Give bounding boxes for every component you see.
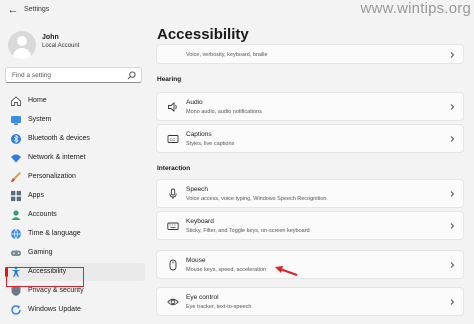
page-title: Accessibility <box>157 26 249 43</box>
chevron-right-icon <box>450 104 455 110</box>
narrator-card[interactable]: Voice, verbosity, keyboard, braille <box>156 44 464 64</box>
card-title: Audio <box>186 99 203 106</box>
eye-control-card[interactable]: Eye control Eye tracker, text-to-speech <box>156 287 464 316</box>
sidebar-item-gaming[interactable]: Gaming <box>5 244 145 262</box>
main-content: Accessibility Voice, verbosity, keyboard… <box>150 22 474 324</box>
keyboard-card[interactable]: Keyboard Sticky, Filter, and Toggle keys… <box>156 211 464 240</box>
card-title: Captions <box>186 131 212 138</box>
annotation-highlight-box <box>6 267 84 287</box>
captions-icon: CC <box>167 135 179 143</box>
sidebar-item-accounts[interactable]: Accounts <box>5 206 145 224</box>
home-icon <box>11 96 21 106</box>
audio-card[interactable]: Audio Mono audio, audio notifications <box>156 92 464 121</box>
mouse-icon <box>169 259 177 271</box>
system-icon <box>11 116 21 125</box>
search-placeholder: Find a setting <box>12 72 52 79</box>
keyboard-icon <box>167 222 179 230</box>
watermark: www.wintips.org <box>360 0 471 17</box>
globe-icon <box>11 228 21 240</box>
chevron-right-icon <box>450 191 455 197</box>
card-description: Eye tracker, text-to-speech <box>186 304 252 310</box>
card-description: Voice, verbosity, keyboard, braille <box>186 52 268 58</box>
app-title: Settings <box>24 6 50 13</box>
chevron-right-icon <box>450 52 455 58</box>
captions-card[interactable]: CC Captions Styles, live captions <box>156 124 464 153</box>
card-description: Sticky, Filter, and Toggle keys, on-scre… <box>186 228 310 234</box>
section-heading-interaction: Interaction <box>157 165 191 172</box>
sidebar-item-windows-update[interactable]: Windows Update <box>5 301 145 319</box>
svg-text:CC: CC <box>170 137 176 142</box>
search-icon[interactable] <box>127 71 136 80</box>
speaker-icon <box>168 102 177 112</box>
sidebar-item-personalization[interactable]: Personalization <box>5 168 145 186</box>
bluetooth-icon <box>11 134 21 144</box>
avatar[interactable] <box>8 31 36 59</box>
card-description: Styles, live captions <box>186 141 235 147</box>
mouse-card[interactable]: Mouse Mouse keys, speed, acceleration <box>156 250 464 279</box>
sidebar-item-label: System <box>28 116 52 123</box>
chevron-right-icon <box>450 262 455 268</box>
sidebar-item-label: Personalization <box>28 173 76 180</box>
eye-icon <box>167 298 179 306</box>
gamepad-icon <box>11 250 21 256</box>
back-arrow-icon[interactable]: ← <box>6 3 20 17</box>
chevron-right-icon <box>450 223 455 229</box>
sidebar-item-network[interactable]: Network & internet <box>5 149 145 167</box>
wifi-icon <box>11 154 21 163</box>
annotation-arrow-icon <box>275 266 298 277</box>
sidebar-item-apps[interactable]: Apps <box>5 187 145 205</box>
sidebar-item-system[interactable]: System <box>5 111 145 129</box>
card-title: Speech <box>186 186 209 193</box>
sidebar-item-label: Time & language <box>28 230 81 237</box>
card-title: Mouse <box>186 257 206 264</box>
user-name: John <box>42 34 59 41</box>
title-bar: ← Settings www.wintips.org <box>0 0 474 22</box>
sidebar-item-label: Apps <box>28 192 44 199</box>
sidebar-item-label: Home <box>28 97 47 104</box>
sidebar-item-home[interactable]: Home <box>5 92 145 110</box>
update-icon <box>11 305 21 315</box>
sidebar-item-label: Gaming <box>28 249 53 256</box>
apps-icon <box>11 191 21 201</box>
account-icon <box>11 210 21 220</box>
sidebar-item-label: Network & internet <box>28 154 86 161</box>
section-heading-hearing: Hearing <box>157 76 182 83</box>
sidebar-item-time-language[interactable]: Time & language <box>5 225 145 243</box>
sidebar-item-bluetooth[interactable]: Bluetooth & devices <box>5 130 145 148</box>
chevron-right-icon <box>450 136 455 142</box>
sidebar-item-label: Bluetooth & devices <box>28 135 90 142</box>
card-description: Mouse keys, speed, acceleration <box>186 267 267 273</box>
sidebar-item-label: Privacy & security <box>28 287 84 294</box>
search-input[interactable]: Find a setting <box>5 67 142 83</box>
user-account-type: Local Account <box>42 43 80 49</box>
card-title: Eye control <box>186 294 219 301</box>
card-description: Mono audio, audio notifications <box>186 109 262 115</box>
card-title: Keyboard <box>186 218 214 225</box>
card-description: Voice access, voice typing, Windows Spee… <box>186 196 327 202</box>
brush-icon <box>11 172 21 182</box>
speech-card[interactable]: Speech Voice access, voice typing, Windo… <box>156 179 464 208</box>
sidebar-item-label: Windows Update <box>28 306 81 313</box>
microphone-icon <box>169 188 177 199</box>
chevron-right-icon <box>450 299 455 305</box>
sidebar-item-label: Accounts <box>28 211 57 218</box>
